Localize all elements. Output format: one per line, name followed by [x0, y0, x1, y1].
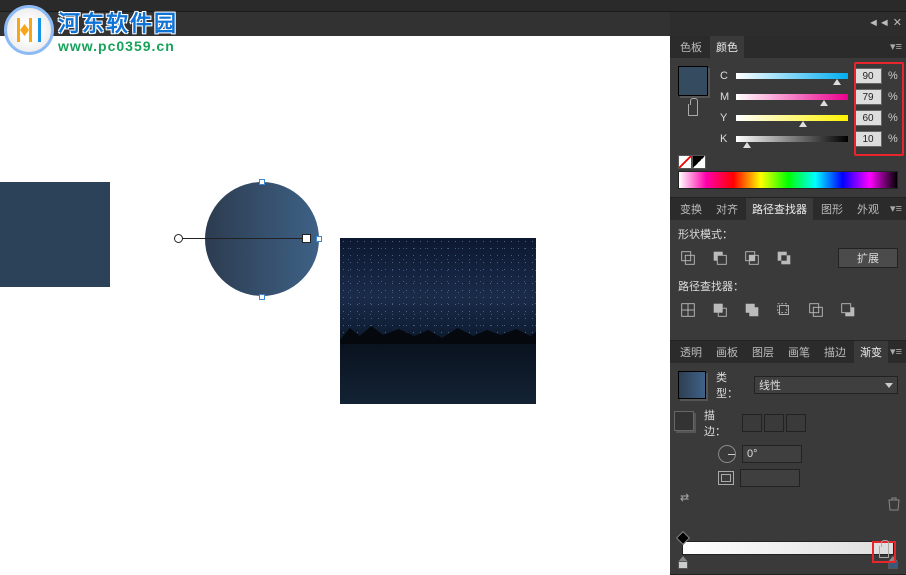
watermark-url: www.pc0359.cn — [58, 38, 178, 54]
tab-swatches[interactable]: 色板 — [674, 36, 708, 58]
pathfinders-label: 路径查找器： — [678, 278, 898, 294]
gradient-type-select[interactable]: 线性 — [754, 376, 898, 394]
right-panel-dock: ◄◄ ✕ 色板 颜色 ▾≡ C 90 % M — [670, 12, 906, 575]
watermark-title: 河东软件园 — [58, 6, 178, 38]
gradient-panel: 透明 画板 图层 画笔 描边 渐变 ▾≡ 类型： 线性 描边： — [670, 341, 906, 575]
black-value[interactable]: 10 — [854, 131, 882, 147]
gradient-stop-left[interactable] — [678, 556, 688, 568]
tab-align[interactable]: 对齐 — [710, 198, 744, 220]
unite-icon[interactable] — [678, 248, 698, 268]
gradient-end-handle[interactable] — [302, 234, 311, 243]
delete-stop-icon[interactable] — [888, 497, 900, 511]
cyan-slider[interactable] — [736, 73, 848, 79]
panel-collapse-icon[interactable]: ◄◄ ✕ — [868, 16, 902, 29]
document-area — [0, 12, 670, 575]
chevron-down-icon — [885, 383, 893, 388]
magenta-slider-row: M 79 % — [720, 88, 898, 106]
color-panel: 色板 颜色 ▾≡ C 90 % M 79 % — [670, 36, 906, 198]
stroke-gradient-within-icon[interactable] — [742, 414, 762, 432]
aspect-ratio-icon — [718, 471, 734, 485]
intersect-icon[interactable] — [742, 248, 762, 268]
magenta-value[interactable]: 79 — [854, 89, 882, 105]
pathfinder-panel: 变换 对齐 路径查找器 图形 外观 ▾≡ 形状模式： 扩展 路径查找器： — [670, 198, 906, 341]
tab-gradient[interactable]: 渐变 — [854, 341, 888, 363]
black-label: K — [720, 133, 730, 145]
color-panel-tabs: 色板 颜色 ▾≡ — [670, 36, 906, 58]
gradient-aspect-field[interactable] — [740, 469, 800, 487]
divide-icon[interactable] — [678, 300, 698, 320]
stroke-gradient-across-icon[interactable] — [786, 414, 806, 432]
placed-image[interactable] — [340, 238, 536, 404]
gradient-tabs: 透明 画板 图层 画笔 描边 渐变 ▾≡ — [670, 341, 906, 363]
lock-icon — [879, 546, 889, 558]
pathfinder-tabs: 变换 对齐 路径查找器 图形 外观 ▾≡ — [670, 198, 906, 220]
cyan-label: C — [720, 70, 730, 82]
outline-icon[interactable] — [806, 300, 826, 320]
gradient-angle-dial[interactable] — [718, 445, 736, 463]
gradient-fill-swatch[interactable] — [678, 371, 706, 399]
panel-collapse-strip[interactable]: ◄◄ ✕ — [670, 12, 906, 36]
yellow-slider-row: Y 60 % — [720, 109, 898, 127]
none-color-icon[interactable] — [678, 155, 692, 169]
crop-icon[interactable] — [774, 300, 794, 320]
rectangle-shape[interactable] — [0, 182, 110, 287]
fill-color-swatch[interactable] — [678, 66, 708, 96]
gradient-stroke-swatch[interactable] — [674, 411, 694, 431]
panel-menu-icon[interactable]: ▾≡ — [890, 202, 902, 215]
color-spectrum-bar[interactable] — [678, 171, 898, 189]
tab-pathfinder[interactable]: 路径查找器 — [746, 198, 813, 220]
minus-front-icon[interactable] — [710, 248, 730, 268]
percent-sign: % — [888, 112, 898, 124]
exclude-icon[interactable] — [774, 248, 794, 268]
opacity-stop[interactable] — [676, 531, 690, 545]
tab-graphic[interactable]: 图形 — [815, 198, 849, 220]
tab-transparency[interactable]: 透明 — [674, 341, 708, 363]
trim-icon[interactable] — [710, 300, 730, 320]
black-slider[interactable] — [736, 136, 848, 142]
tab-stroke[interactable]: 描边 — [818, 341, 852, 363]
image-decor — [340, 344, 536, 404]
yellow-value[interactable]: 60 — [854, 110, 882, 126]
bw-color-icon[interactable] — [692, 155, 706, 169]
expand-button[interactable]: 扩展 — [838, 248, 898, 268]
tab-color[interactable]: 颜色 — [710, 36, 744, 58]
tab-artboards[interactable]: 画板 — [710, 341, 744, 363]
anchor-point[interactable] — [316, 236, 322, 242]
tab-layers[interactable]: 图层 — [746, 341, 780, 363]
cyan-slider-row: C 90 % — [720, 67, 898, 85]
gradient-start-handle[interactable] — [174, 234, 183, 243]
reverse-gradient-icon[interactable]: ⇄ — [680, 491, 694, 507]
shape-modes-label: 形状模式： — [678, 226, 898, 242]
panel-menu-icon[interactable]: ▾≡ — [890, 40, 902, 53]
anchor-point[interactable] — [259, 179, 265, 185]
tab-appearance[interactable]: 外观 — [851, 198, 885, 220]
gradient-ramp[interactable] — [682, 541, 894, 555]
cyan-value[interactable]: 90 — [854, 68, 882, 84]
panel-menu-icon[interactable]: ▾≡ — [890, 345, 902, 358]
percent-sign: % — [888, 70, 898, 82]
gradient-stroke-label: 描边： — [704, 407, 736, 439]
logo-icon — [11, 12, 47, 48]
yellow-slider[interactable] — [736, 115, 848, 121]
tab-brushes[interactable]: 画笔 — [782, 341, 816, 363]
stroke-gradient-along-icon[interactable] — [764, 414, 784, 432]
gradient-annotator-line[interactable] — [178, 238, 306, 239]
gradient-type-label: 类型： — [716, 369, 748, 401]
artboard[interactable] — [0, 36, 670, 575]
tab-transform[interactable]: 变换 — [674, 198, 708, 220]
lock-icon — [688, 104, 698, 116]
gradient-angle-field[interactable]: 0° — [742, 445, 802, 463]
percent-sign: % — [888, 91, 898, 103]
highlight-stop-box — [872, 541, 896, 563]
percent-sign: % — [888, 133, 898, 145]
site-watermark: 河东软件园 www.pc0359.cn — [4, 5, 178, 55]
anchor-point[interactable] — [259, 294, 265, 300]
magenta-slider[interactable] — [736, 94, 848, 100]
black-slider-row: K 10 % — [720, 130, 898, 148]
watermark-logo — [4, 5, 54, 55]
yellow-label: Y — [720, 112, 730, 124]
magenta-label: M — [720, 91, 730, 103]
merge-icon[interactable] — [742, 300, 762, 320]
minus-back-icon[interactable] — [838, 300, 858, 320]
